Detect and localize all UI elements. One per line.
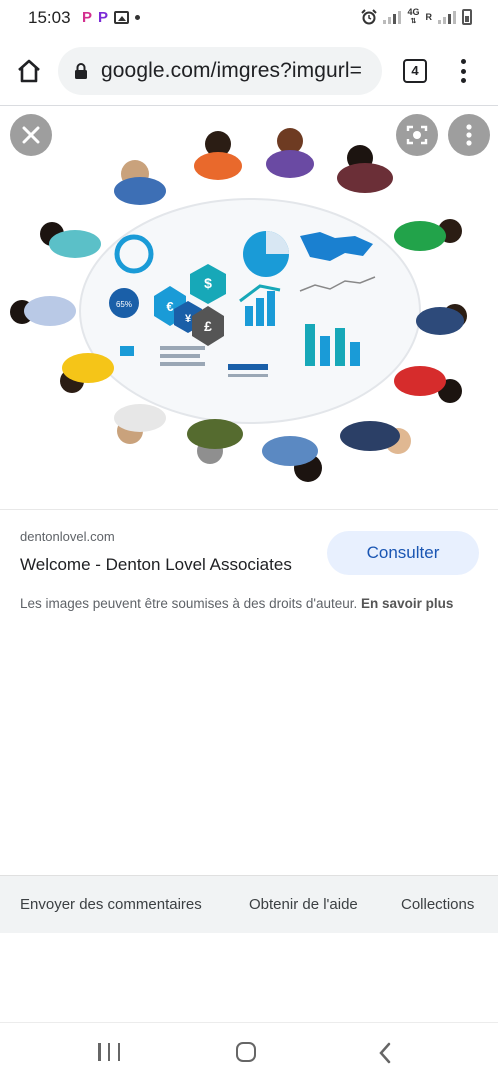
close-button[interactable] [10, 114, 52, 156]
p-app-icon: P [98, 9, 109, 26]
more-options-button[interactable] [448, 114, 490, 156]
page-title[interactable]: Welcome - Denton Lovel Associates [20, 555, 292, 575]
menu-dot [460, 68, 466, 74]
help-link[interactable]: Obtenir de l'aide [249, 896, 358, 913]
svg-text:€: € [166, 299, 173, 314]
signal-icon [383, 10, 402, 24]
roaming-indicator: R [425, 11, 433, 22]
feedback-link[interactable]: Envoyer des commentaires [20, 896, 202, 913]
address-bar[interactable]: google.com/imgres?imgurl= [58, 47, 382, 95]
signal-icon [438, 10, 456, 24]
url-text: google.com/imgres?imgurl= [101, 59, 363, 82]
svg-text:£: £ [204, 318, 212, 334]
gallery-icon [114, 11, 130, 24]
status-time: 15:03 [28, 8, 71, 27]
svg-text:65%: 65% [116, 300, 132, 309]
lock-icon [75, 63, 87, 79]
consult-button[interactable]: Consulter [327, 531, 479, 575]
recents-icon [98, 1043, 101, 1061]
network-label: 4G [407, 7, 420, 17]
menu-dot [460, 59, 466, 64]
more-vert-icon [466, 124, 472, 146]
recents-button[interactable] [98, 1043, 120, 1061]
svg-text:$: $ [204, 275, 212, 291]
system-navigation-bar [0, 1022, 498, 1080]
back-button[interactable] [376, 1042, 394, 1064]
close-icon [22, 126, 40, 144]
source-domain[interactable]: dentonlovel.com [20, 529, 115, 544]
dot-icon [135, 15, 141, 20]
copyright-notice: Les images peuvent être soumises à des d… [20, 594, 482, 613]
back-icon [379, 1042, 391, 1064]
browser-menu-button[interactable] [455, 56, 471, 86]
notification-icons: P P [82, 9, 141, 26]
collections-link[interactable]: Collections [401, 896, 474, 913]
learn-more-link[interactable]: En savoir plus [361, 596, 453, 611]
lens-icon [406, 125, 428, 145]
svg-text:¥: ¥ [185, 313, 192, 325]
p-app-icon: P [82, 9, 93, 26]
menu-dot [460, 78, 466, 83]
footer-links: Envoyer des commentaires Obtenir de l'ai… [0, 875, 498, 933]
battery-icon [462, 9, 472, 25]
network-type: 4G ⇅ [407, 7, 420, 26]
result-info: dentonlovel.com Welcome - Denton Lovel A… [0, 510, 498, 650]
lens-search-button[interactable] [396, 114, 438, 156]
copyright-text: Les images peuvent être soumises à des d… [20, 596, 358, 611]
tab-switcher-button[interactable]: 4 [403, 59, 427, 83]
status-bar: 15:03 P P 4G ⇅ R [0, 0, 498, 36]
system-icons: 4G ⇅ R [361, 8, 472, 26]
home-button[interactable] [14, 56, 44, 86]
home-icon [18, 59, 40, 83]
alarm-icon [361, 9, 378, 25]
roaming-label: R [425, 11, 433, 22]
browser-toolbar: google.com/imgres?imgurl= 4 [0, 36, 498, 106]
home-nav-button[interactable] [236, 1042, 256, 1062]
image-preview[interactable]: 65% $ € ¥ £ [0, 106, 498, 510]
business-meeting-illustration: 65% $ € ¥ £ [10, 128, 467, 482]
